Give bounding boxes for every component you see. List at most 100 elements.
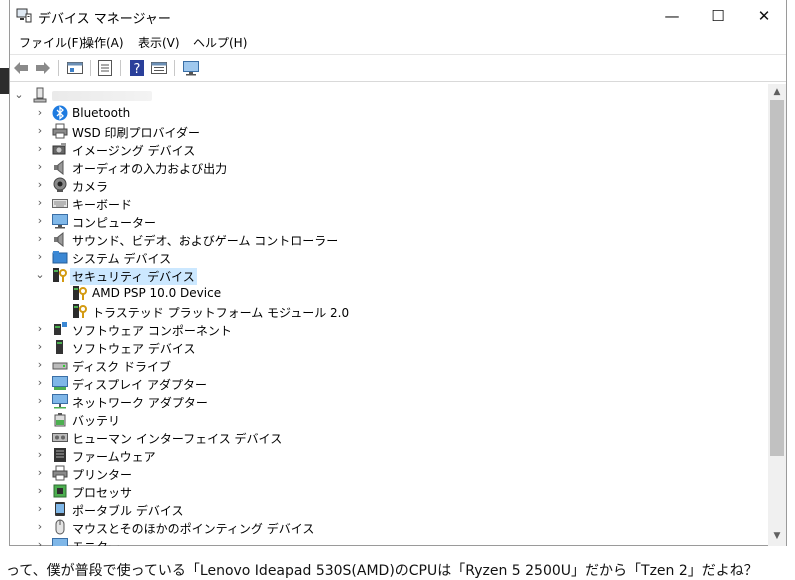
- tree-child-item[interactable]: AMD PSP 10.0 Device: [10, 284, 750, 302]
- monitor-icon: [52, 538, 68, 546]
- printer-icon: [52, 123, 68, 139]
- menu-file[interactable]: ファイル(F): [19, 34, 83, 51]
- title-bar[interactable]: デバイス マネージャー — ☐ ✕: [10, 0, 786, 32]
- chevron-right-icon[interactable]: ›: [34, 520, 46, 534]
- camera-icon: [52, 143, 66, 155]
- tree-item-label: カメラ: [72, 180, 109, 194]
- tree-category[interactable]: › イメージング デバイス: [10, 140, 750, 158]
- menu-help[interactable]: ヘルプ(H): [193, 34, 247, 51]
- speaker-icon: [54, 231, 64, 247]
- tree-category[interactable]: › ディスク ドライブ: [10, 356, 750, 374]
- chevron-right-icon[interactable]: ›: [34, 448, 46, 462]
- tree-item-label: キーボード: [72, 198, 133, 212]
- device-icon: [56, 340, 63, 354]
- tree-category[interactable]: › ヒューマン インターフェイス デバイス: [10, 428, 750, 446]
- chevron-right-icon[interactable]: ›: [34, 340, 46, 354]
- tree-category[interactable]: › プリンター: [10, 464, 750, 482]
- tree-item-label: AMD PSP 10.0 Device: [92, 286, 222, 300]
- chevron-right-icon[interactable]: ›: [34, 214, 46, 228]
- scroll-down-arrow-icon[interactable]: ▼: [768, 528, 786, 544]
- monitor-icon[interactable]: [182, 59, 200, 77]
- tree-child-item[interactable]: トラステッド プラットフォーム モジュール 2.0: [10, 302, 750, 320]
- chevron-right-icon[interactable]: ›: [34, 502, 46, 516]
- properties-icon[interactable]: [66, 59, 84, 77]
- tree-category[interactable]: › ポータブル デバイス: [10, 500, 750, 518]
- tree-category[interactable]: › バッテリ: [10, 410, 750, 428]
- component-icon: [54, 322, 67, 335]
- chevron-right-icon[interactable]: ›: [34, 430, 46, 444]
- chevron-right-icon[interactable]: ›: [34, 142, 46, 156]
- tree-category[interactable]: › マウスとそのほかのポインティング デバイス: [10, 518, 750, 536]
- chevron-right-icon[interactable]: ›: [34, 250, 46, 264]
- chevron-right-icon[interactable]: ›: [34, 196, 46, 210]
- tree-category[interactable]: ⌄ セキュリティ デバイス: [10, 266, 750, 285]
- tree-item-label: サウンド、ビデオ、およびゲーム コントローラー: [72, 234, 339, 248]
- chevron-down-icon[interactable]: ⌄: [34, 268, 46, 282]
- tree-category[interactable]: › プロセッサ: [10, 482, 750, 500]
- chevron-down-icon[interactable]: ⌄: [13, 88, 25, 102]
- disk-icon: [52, 362, 68, 370]
- tree-category[interactable]: › カメラ: [10, 176, 750, 194]
- chevron-right-icon[interactable]: ›: [34, 232, 46, 246]
- monitor-icon: [52, 214, 68, 229]
- forward-arrow-icon[interactable]: [34, 59, 52, 77]
- hid-icon: [52, 433, 68, 442]
- tree-category[interactable]: › WSD 印刷プロバイダー: [10, 122, 750, 140]
- tree-category[interactable]: › オーディオの入力および出力: [10, 158, 750, 176]
- tree-item-label: Bluetooth: [72, 106, 131, 120]
- speaker-icon: [54, 159, 64, 175]
- chevron-right-icon[interactable]: ›: [34, 160, 46, 174]
- scroll-up-arrow-icon[interactable]: ▲: [768, 84, 786, 100]
- printer-icon: [52, 465, 68, 481]
- window-title: デバイス マネージャー: [38, 12, 171, 27]
- device-tree[interactable]: ⌄ › Bluetooth › WSD 印刷プロバイダー › イメージング デバイス › オー…: [10, 84, 768, 546]
- tree-category[interactable]: › ソフトウェア デバイス: [10, 338, 750, 356]
- menu-action[interactable]: 操作(A): [82, 34, 124, 51]
- tree-category[interactable]: › ネットワーク アダプター: [10, 392, 750, 410]
- vertical-scrollbar[interactable]: ▲ ▼: [768, 84, 786, 546]
- tree-root[interactable]: ⌄: [10, 86, 750, 104]
- chevron-right-icon[interactable]: ›: [34, 178, 46, 192]
- webcam-icon: [53, 177, 67, 192]
- tree-category[interactable]: › キーボード: [10, 194, 750, 212]
- list-icon[interactable]: [96, 59, 114, 77]
- security-key-icon: [53, 268, 67, 282]
- chevron-right-icon[interactable]: ›: [34, 484, 46, 498]
- minimize-button[interactable]: —: [650, 0, 694, 32]
- close-button[interactable]: ✕: [742, 0, 786, 32]
- help-icon[interactable]: ?: [128, 59, 146, 77]
- chevron-right-icon[interactable]: ›: [34, 394, 46, 408]
- keyboard-icon: [52, 199, 68, 208]
- tree-item-label: ヒューマン インターフェイス デバイス: [72, 432, 283, 446]
- tree-item-label: コンピューター: [72, 216, 157, 230]
- folder-icon: [52, 251, 68, 264]
- tree-item-label: モニター: [72, 538, 120, 546]
- chevron-right-icon[interactable]: ›: [34, 106, 46, 120]
- chevron-right-icon[interactable]: ›: [34, 412, 46, 426]
- chevron-right-icon[interactable]: ›: [34, 358, 46, 372]
- chevron-right-icon[interactable]: ›: [34, 322, 46, 336]
- toolbar-separator: [58, 60, 59, 76]
- maximize-button[interactable]: ☐: [696, 0, 740, 32]
- menu-view[interactable]: 表示(V): [138, 34, 180, 51]
- tree-category[interactable]: › サウンド、ビデオ、およびゲーム コントローラー: [10, 230, 750, 248]
- chevron-right-icon[interactable]: ›: [34, 538, 46, 546]
- tree-category[interactable]: › コンピューター: [10, 212, 750, 230]
- back-arrow-icon[interactable]: [12, 59, 30, 77]
- tree-category[interactable]: › システム デバイス: [10, 248, 750, 266]
- tree-category[interactable]: › ディスプレイ アダプター: [10, 374, 750, 392]
- view-icon[interactable]: [150, 59, 168, 77]
- toolbar-separator: [120, 60, 121, 76]
- computer-name-redacted: [52, 91, 152, 101]
- tree-category[interactable]: › モニター: [10, 536, 750, 546]
- tree-item-label: ソフトウェア デバイス: [72, 342, 196, 356]
- chevron-right-icon[interactable]: ›: [34, 124, 46, 138]
- tree-item-label: オーディオの入力および出力: [72, 162, 228, 176]
- chevron-right-icon[interactable]: ›: [34, 466, 46, 480]
- scrollbar-thumb[interactable]: [770, 100, 784, 456]
- chevron-right-icon[interactable]: ›: [34, 376, 46, 390]
- portable-icon: [55, 502, 65, 516]
- tree-category[interactable]: › ソフトウェア コンポーネント: [10, 320, 750, 338]
- tree-category[interactable]: › ファームウェア: [10, 446, 750, 464]
- tree-category[interactable]: › Bluetooth: [10, 104, 750, 122]
